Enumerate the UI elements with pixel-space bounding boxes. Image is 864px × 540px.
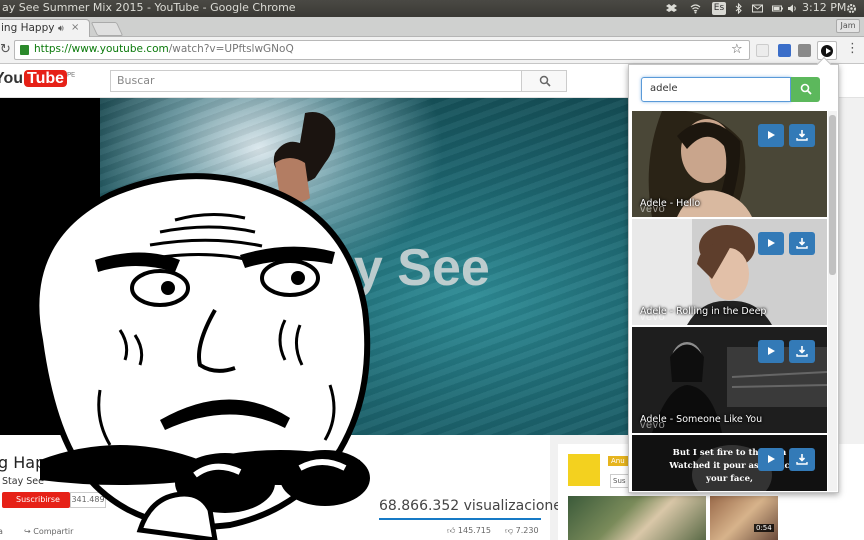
related-video-thumbnail[interactable]	[710, 496, 778, 540]
result-title: Adele - Rolling in the Deep	[640, 306, 766, 317]
search-icon	[800, 83, 812, 95]
new-tab-button[interactable]	[91, 22, 124, 36]
like-button[interactable]: 👍︎ 145.715	[447, 526, 491, 536]
logo-you: You	[0, 70, 23, 87]
close-icon[interactable]: ×	[71, 22, 79, 33]
list-item[interactable]: vevo Adele - Someone Like You	[632, 327, 827, 433]
browser-toolbar: ↻ https://www.youtube.com/watch?v=UPftsl…	[0, 37, 864, 64]
play-circle-icon	[821, 45, 833, 57]
url-secure: https://www.youtube.com	[34, 43, 169, 55]
clock[interactable]: 3:12 PM	[802, 1, 846, 14]
play-button[interactable]	[758, 232, 784, 255]
list-item[interactable]: But I set fire to the rain Watched it po…	[632, 435, 827, 491]
download-icon	[796, 237, 808, 249]
youtube-logo[interactable]: YouTubePE	[0, 70, 75, 92]
address-bar[interactable]: https://www.youtube.com/watch?v=UPftslwG…	[14, 40, 750, 60]
star-icon[interactable]: ☆	[731, 42, 743, 57]
bluetooth-icon[interactable]	[733, 3, 744, 14]
extension-dark-icon[interactable]	[798, 44, 811, 57]
dislike-button[interactable]: 👎︎ 7.230	[505, 526, 539, 536]
play-button[interactable]	[758, 448, 784, 471]
related-video-thumbnail[interactable]	[568, 496, 706, 540]
like-count: 145.715	[458, 526, 491, 535]
tab-strip: ing Happy 🔊︎ × Jam	[0, 17, 864, 37]
logo-tube: Tube	[24, 70, 67, 87]
list-item[interactable]: vevo Adele - Rolling in the Deep	[632, 219, 827, 325]
popup-scrollbar[interactable]	[828, 111, 837, 491]
download-button[interactable]	[789, 232, 815, 255]
play-button[interactable]	[758, 124, 784, 147]
download-button[interactable]	[789, 448, 815, 471]
reload-icon[interactable]: ↻	[0, 42, 11, 57]
keyboard-layout-indicator[interactable]: Es	[712, 2, 726, 15]
tab-youtube[interactable]: ing Happy 🔊︎ ×	[0, 19, 90, 38]
result-title: Adele - Someone Like You	[640, 414, 762, 425]
view-count: 68.866.352 visualizaciones	[379, 498, 569, 514]
video-duration: 0:54	[754, 524, 774, 532]
extension-blue-icon[interactable]	[778, 44, 791, 57]
list-item[interactable]: vevo Adele - Hello	[632, 111, 827, 217]
search-icon	[539, 75, 551, 87]
scrollbar-thumb[interactable]	[829, 115, 836, 275]
extension-grey-icon[interactable]	[756, 44, 769, 57]
battery-icon[interactable]	[772, 3, 783, 14]
wifi-icon[interactable]	[690, 3, 701, 14]
play-button[interactable]	[758, 340, 784, 363]
profile-button[interactable]: Jam	[836, 19, 860, 33]
logo-region: PE	[67, 73, 75, 79]
meme-face-overlay	[0, 160, 400, 540]
dislike-count: 7.230	[516, 526, 539, 535]
os-top-bar: ay See Summer Mix 2015 - YouTube - Googl…	[0, 0, 864, 17]
dropbox-icon[interactable]	[666, 3, 677, 14]
like-ratio-bar	[379, 518, 541, 520]
youtube-downloader-extension-button[interactable]	[817, 41, 837, 60]
volume-icon[interactable]	[787, 3, 798, 14]
mail-icon[interactable]	[752, 3, 763, 14]
youtube-search-input[interactable]: Buscar	[110, 70, 522, 92]
lock-icon[interactable]	[20, 45, 29, 55]
window-title: ay See Summer Mix 2015 - YouTube - Googl…	[2, 1, 296, 14]
popup-search-input[interactable]: adele	[641, 77, 791, 102]
ad-subscribe-button[interactable]: Sus	[610, 474, 630, 488]
result-title: Adele - Hello	[640, 198, 700, 209]
url-path: /watch?v=UPftslwGNoQ	[169, 43, 294, 55]
menu-icon[interactable]: ⋮	[846, 41, 859, 56]
speaker-icon[interactable]: 🔊︎	[58, 24, 64, 34]
popup-search-button[interactable]	[791, 77, 820, 102]
url-text[interactable]: https://www.youtube.com/watch?v=UPftslwG…	[34, 43, 294, 55]
download-button[interactable]	[789, 340, 815, 363]
youtube-search-button[interactable]	[521, 70, 567, 92]
tab-title: ing Happy	[1, 22, 54, 34]
download-icon	[796, 129, 808, 141]
ad-badge: Anu	[608, 456, 628, 466]
download-icon	[796, 345, 808, 357]
result-list: vevo Adele - Hello vevo Adele - Rolling …	[632, 111, 827, 491]
ad-logo[interactable]	[568, 454, 600, 486]
lyrics-line: your face,	[632, 473, 827, 486]
download-icon	[796, 453, 808, 465]
download-button[interactable]	[789, 124, 815, 147]
extension-popup: adele vevo Adele - Hello	[628, 64, 839, 493]
gear-icon[interactable]	[846, 3, 857, 14]
